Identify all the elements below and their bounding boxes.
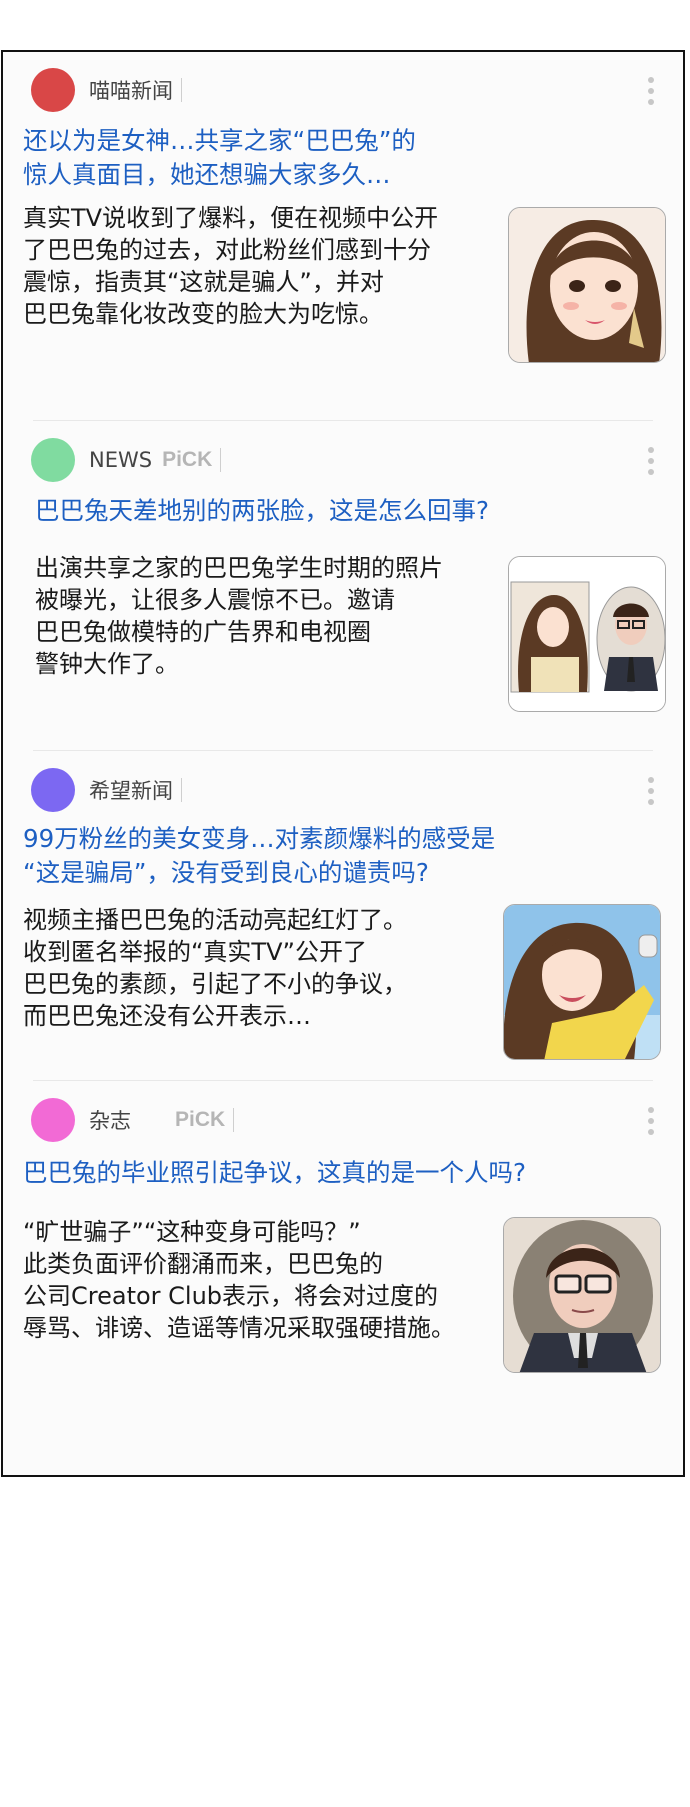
headline-line[interactable]: 99万粉丝的美女变身…对素颜爆料的感受是: [23, 822, 495, 856]
headline-line[interactable]: “这是骗局”，没有受到良心的谴责吗?: [23, 856, 495, 890]
source-row: NEWS PiCK: [31, 438, 222, 482]
news-feed-panel: 喵喵新闻 还以为是女神…共享之家“巴巴兔”的 惊人真面目，她还想骗大家多久… 真…: [1, 50, 685, 1477]
divider: [233, 1108, 235, 1132]
article-summary: 真实TV说收到了爆料，便在视频中公开 了巴巴兔的过去，对此粉丝们感到十分 震惊，…: [23, 202, 438, 330]
source-avatar[interactable]: [31, 768, 75, 812]
summary-line: 巴巴兔的素颜，引起了不小的争议，: [23, 970, 407, 998]
news-card-4[interactable]: 杂志 PiCK 巴巴兔的毕业照引起争议，这真的是一个人吗? “旷世骗子”“这种变…: [3, 1082, 683, 1382]
more-options-icon[interactable]: [647, 1107, 655, 1135]
summary-line: 了巴巴兔的过去，对此粉丝们感到十分: [23, 236, 431, 264]
pick-badge: PiCK: [175, 1108, 226, 1131]
summary-line: 此类负面评价翻涌而来，巴巴兔的: [23, 1250, 383, 1278]
pick-badge: PiCK: [162, 448, 213, 471]
summary-line: 巴巴兔靠化妆改变的脸大为吃惊。: [23, 300, 383, 328]
glasses-man-image[interactable]: [503, 1217, 661, 1373]
headline[interactable]: 99万粉丝的美女变身…对素颜爆料的感受是 “这是骗局”，没有受到良心的谴责吗?: [23, 822, 495, 890]
card-separator: [33, 750, 653, 751]
source-avatar[interactable]: [31, 438, 75, 482]
source-name[interactable]: 喵喵新闻: [89, 75, 173, 105]
summary-line: 辱骂、诽谤、造谣等情况采取强硬措施。: [23, 1314, 455, 1342]
news-card-3[interactable]: 希望新闻 99万粉丝的美女变身…对素颜爆料的感受是 “这是骗局”，没有受到良心的…: [3, 752, 683, 1082]
card-separator: [33, 1080, 653, 1081]
two-photos-image[interactable]: [508, 556, 666, 712]
headline-line[interactable]: 惊人真面目，她还想骗大家多久…: [23, 158, 416, 192]
divider: [181, 78, 182, 102]
woman-portrait-image[interactable]: [508, 207, 666, 363]
summary-line: 视频主播巴巴兔的活动亮起红灯了。: [23, 906, 407, 934]
summary-line: 真实TV说收到了爆料，便在视频中公开: [23, 204, 439, 232]
article-summary: 出演共享之家的巴巴兔学生时期的照片 被曝光，让很多人震惊不已。邀请 巴巴兔做模特…: [35, 552, 443, 680]
article-summary: “旷世骗子”“这种变身可能吗？” 此类负面评价翻涌而来，巴巴兔的 公司Creat…: [23, 1216, 455, 1344]
source-row: 希望新闻: [31, 768, 182, 812]
more-options-icon[interactable]: [647, 777, 655, 805]
source-name[interactable]: 杂志: [89, 1105, 131, 1135]
divider: [181, 778, 182, 802]
divider: [220, 448, 222, 472]
summary-line: 收到匿名举报的“真实TV”公开了: [23, 938, 367, 966]
article-summary: 视频主播巴巴兔的活动亮起红灯了。 收到匿名举报的“真实TV”公开了 巴巴兔的素颜…: [23, 904, 407, 1032]
summary-line: 巴巴兔做模特的广告界和电视圈: [35, 618, 371, 646]
summary-line: “旷世骗子”“这种变身可能吗？”: [23, 1218, 361, 1246]
more-options-icon[interactable]: [647, 447, 655, 475]
source-name[interactable]: NEWS: [89, 448, 152, 472]
headline[interactable]: 还以为是女神…共享之家“巴巴兔”的 惊人真面目，她还想骗大家多久…: [23, 124, 416, 192]
card-separator: [33, 420, 653, 421]
source-row: 杂志 PiCK: [31, 1098, 235, 1142]
golfer-image[interactable]: [503, 904, 661, 1060]
summary-line: 而巴巴兔还没有公开表示…: [23, 1002, 311, 1030]
summary-line: 被曝光，让很多人震惊不已。邀请: [35, 586, 395, 614]
summary-line: 警钟大作了。: [35, 650, 179, 678]
summary-line: 震惊，指责其“这就是骗人”，并对: [23, 268, 384, 296]
more-options-icon[interactable]: [647, 77, 655, 105]
source-row: 喵喵新闻: [31, 68, 182, 112]
headline-line[interactable]: 巴巴兔的毕业照引起争议，这真的是一个人吗?: [23, 1156, 526, 1190]
source-avatar[interactable]: [31, 1098, 75, 1142]
source-avatar[interactable]: [31, 68, 75, 112]
news-card-2[interactable]: NEWS PiCK 巴巴兔天差地别的两张脸，这是怎么回事? 出演共享之家的巴巴兔…: [3, 422, 683, 752]
headline[interactable]: 巴巴兔的毕业照引起争议，这真的是一个人吗?: [23, 1156, 526, 1190]
source-name[interactable]: 希望新闻: [89, 775, 173, 805]
headline-line[interactable]: 还以为是女神…共享之家“巴巴兔”的: [23, 124, 416, 158]
headline-line[interactable]: 巴巴兔天差地别的两张脸，这是怎么回事?: [35, 494, 489, 528]
summary-line: 公司Creator Club表示，将会对过度的: [23, 1282, 439, 1310]
headline[interactable]: 巴巴兔天差地别的两张脸，这是怎么回事?: [35, 494, 489, 528]
news-card-1[interactable]: 喵喵新闻 还以为是女神…共享之家“巴巴兔”的 惊人真面目，她还想骗大家多久… 真…: [3, 52, 683, 422]
summary-line: 出演共享之家的巴巴兔学生时期的照片: [35, 554, 443, 582]
